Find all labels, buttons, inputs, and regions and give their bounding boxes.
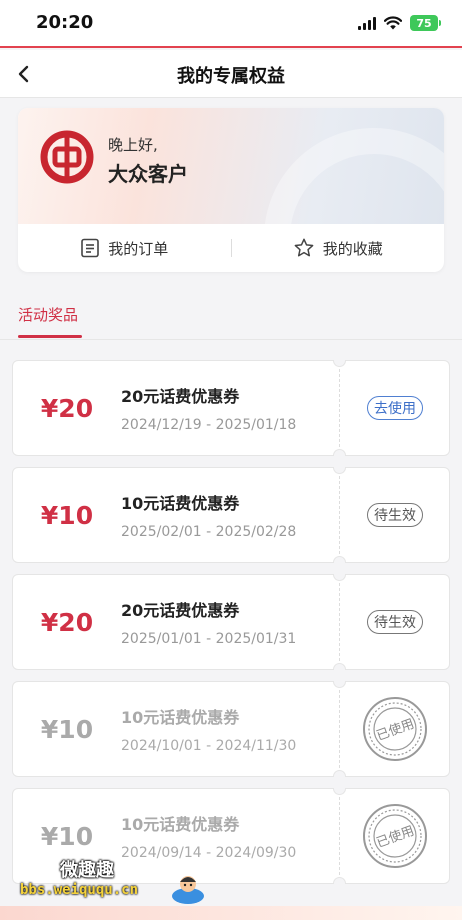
watermark-title: 微趣趣	[60, 860, 114, 881]
battery-icon: 75	[410, 15, 441, 31]
star-icon	[294, 238, 314, 257]
watermark-url: bbs.weiququ.cn	[20, 882, 139, 898]
used-stamp: 已使用	[363, 804, 427, 868]
my-favorites-label: 我的收藏	[322, 239, 383, 258]
coupon-amount: ¥10	[40, 500, 94, 530]
coupon-card[interactable]: ¥20 20元话费优惠券 2025/01/01 - 2025/01/31 待生效	[12, 574, 450, 670]
profile-card: 晚上好, 大众客户 我的订单 我的收藏	[18, 108, 444, 272]
coupon-action: 去使用	[340, 361, 450, 455]
status-icons: 75	[358, 15, 441, 31]
my-orders-label: 我的订单	[108, 239, 169, 258]
coupon-validity: 2024/12/19 - 2025/01/18	[121, 417, 297, 433]
coupon-card[interactable]: ¥10 10元话费优惠券 2025/02/01 - 2025/02/28 待生效	[12, 467, 450, 563]
pending-status-badge: 待生效	[367, 610, 423, 634]
coupon-validity: 2025/01/01 - 2025/01/31	[121, 631, 297, 647]
customer-level: 大众客户	[108, 162, 188, 186]
profile-links: 我的订单 我的收藏	[18, 224, 444, 272]
coupon-card[interactable]: ¥10 10元话费优惠券 2024/10/01 - 2024/11/30 已使用	[12, 681, 450, 777]
coupon-action: 待生效	[340, 575, 450, 669]
use-coupon-button[interactable]: 去使用	[367, 396, 423, 420]
coupon-validity: 2025/02/01 - 2025/02/28	[121, 524, 297, 540]
coupon-action: 待生效	[340, 468, 450, 562]
used-stamp: 已使用	[363, 697, 427, 761]
nav-bar: 我的专属权益	[0, 50, 462, 98]
coupon-card[interactable]: ¥20 20元话费优惠券 2024/12/19 - 2025/01/18 去使用	[12, 360, 450, 456]
coupon-title: 10元话费优惠券	[121, 494, 240, 513]
coupon-amount: ¥20	[40, 393, 94, 423]
coupon-action: 已使用	[340, 789, 450, 883]
coupon-action: 已使用	[340, 682, 450, 776]
my-favorites-link[interactable]: 我的收藏	[232, 237, 445, 259]
profile-header: 晚上好, 大众客户	[18, 108, 444, 224]
tab-row: 活动奖品	[0, 296, 462, 340]
greeting-text: 晚上好,	[108, 136, 158, 154]
coupon-title: 10元话费优惠券	[121, 708, 240, 727]
coupon-list: ¥20 20元话费优惠券 2024/12/19 - 2025/01/18 去使用…	[12, 360, 450, 895]
wifi-icon	[384, 16, 402, 30]
used-stamp-label: 已使用	[374, 823, 416, 851]
tab-underline	[18, 335, 82, 338]
watermark: 微趣趣 bbs.weiququ.cn	[20, 856, 220, 912]
coupon-amount: ¥20	[40, 607, 94, 637]
used-stamp-label: 已使用	[374, 716, 416, 744]
coupon-amount: ¥10	[40, 714, 94, 744]
my-orders-link[interactable]: 我的订单	[18, 238, 231, 259]
coupon-title: 10元话费优惠券	[121, 815, 240, 834]
mascot-icon	[172, 876, 204, 904]
tab-activity-prizes[interactable]: 活动奖品	[18, 304, 78, 325]
coupon-title: 20元话费优惠券	[121, 387, 240, 406]
coupon-title: 20元话费优惠券	[121, 601, 240, 620]
signal-icon	[358, 16, 376, 30]
order-list-icon	[81, 238, 100, 258]
pending-status-badge: 待生效	[367, 503, 423, 527]
bank-of-china-logo	[40, 130, 94, 184]
decorative-ring	[264, 128, 444, 224]
status-bar: 20:20 75	[0, 0, 462, 48]
page-title: 我的专属权益	[177, 66, 285, 87]
status-time: 20:20	[36, 12, 94, 33]
coupon-validity: 2024/10/01 - 2024/11/30	[121, 738, 297, 754]
